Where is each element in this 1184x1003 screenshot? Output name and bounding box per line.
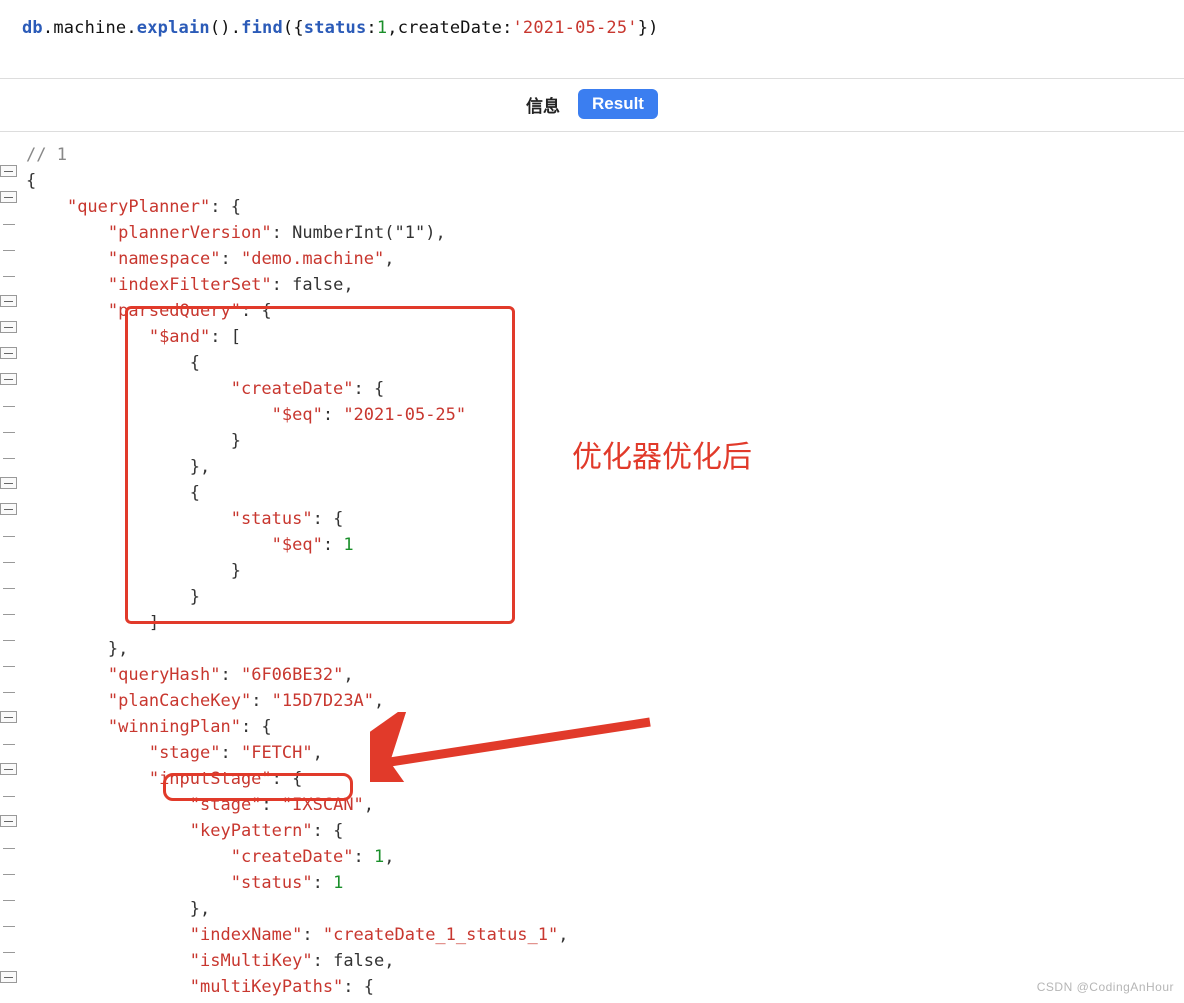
token-createdate-val: '2021-05-25': [513, 18, 638, 38]
fold-icon[interactable]: [0, 503, 17, 515]
fold-icon[interactable]: [0, 165, 17, 177]
code-line: ]: [0, 610, 1184, 636]
watermark: CSDN @CodingAnHour: [1037, 980, 1174, 994]
fold-tick-icon: [3, 666, 15, 667]
fold-tick-icon: [3, 588, 15, 589]
token-status-key: status: [304, 18, 367, 38]
fold-tick-icon: [3, 250, 15, 251]
fold-icon[interactable]: [0, 295, 17, 307]
fold-icon[interactable]: [0, 191, 17, 203]
code-line: "indexFilterSet": false,: [0, 272, 1184, 298]
fold-tick-icon: [3, 224, 15, 225]
code-line: "createDate": 1,: [0, 844, 1184, 870]
code-line: "queryPlanner": {: [0, 194, 1184, 220]
fold-tick-icon: [3, 276, 15, 277]
fold-tick-icon: [3, 796, 15, 797]
code-line: {: [0, 480, 1184, 506]
code-line: }: [0, 558, 1184, 584]
fold-tick-icon: [3, 536, 15, 537]
fold-tick-icon: [3, 562, 15, 563]
fold-icon[interactable]: [0, 815, 17, 827]
code-line: "queryHash": "6F06BE32",: [0, 662, 1184, 688]
fold-icon[interactable]: [0, 321, 17, 333]
code-line: // 1: [0, 142, 1184, 168]
query-bar: db.machine.explain().find({status:1,crea…: [0, 0, 1184, 79]
fold-tick-icon: [3, 692, 15, 693]
tab-result[interactable]: Result: [578, 89, 658, 119]
code-line: {: [0, 350, 1184, 376]
code-line: },: [0, 896, 1184, 922]
code-line: },: [0, 636, 1184, 662]
code-line: "stage": "IXSCAN",: [0, 792, 1184, 818]
fold-tick-icon: [3, 640, 15, 641]
code-line: "multiKeyPaths": {: [0, 974, 1184, 1000]
fold-tick-icon: [3, 874, 15, 875]
fold-icon[interactable]: [0, 971, 17, 983]
fold-tick-icon: [3, 900, 15, 901]
token-db: db: [22, 18, 43, 38]
code-line: "keyPattern": {: [0, 818, 1184, 844]
code-line: "winningPlan": {: [0, 714, 1184, 740]
token-status-val: 1: [377, 18, 387, 38]
code-line: "inputStage": {: [0, 766, 1184, 792]
code-line: }: [0, 584, 1184, 610]
fold-icon[interactable]: [0, 711, 17, 723]
code-line: "planCacheKey": "15D7D23A",: [0, 688, 1184, 714]
result-editor: // 1 { "queryPlanner": { "plannerVersion…: [0, 132, 1184, 1000]
fold-tick-icon: [3, 458, 15, 459]
tabs-bar: 信息 Result: [0, 79, 1184, 132]
fold-tick-icon: [3, 926, 15, 927]
code-line: "$eq": 1: [0, 532, 1184, 558]
code-line: "stage": "FETCH",: [0, 740, 1184, 766]
code-line: "isMultiKey": false,: [0, 948, 1184, 974]
fold-icon[interactable]: [0, 347, 17, 359]
annotation-label-optimizer: 优化器优化后: [572, 432, 752, 476]
fold-tick-icon: [3, 744, 15, 745]
fold-tick-icon: [3, 848, 15, 849]
code-line: "indexName": "createDate_1_status_1",: [0, 922, 1184, 948]
fold-tick-icon: [3, 406, 15, 407]
fold-icon[interactable]: [0, 477, 17, 489]
token-explain: explain: [137, 18, 210, 38]
code-line: "status": {: [0, 506, 1184, 532]
code-line: "$and": [: [0, 324, 1184, 350]
fold-tick-icon: [3, 432, 15, 433]
token-collection: machine: [53, 18, 126, 38]
fold-tick-icon: [3, 952, 15, 953]
code-line: "plannerVersion": NumberInt("1"),: [0, 220, 1184, 246]
code-line: "status": 1: [0, 870, 1184, 896]
token-createdate-key: createDate: [398, 18, 502, 38]
fold-tick-icon: [3, 614, 15, 615]
fold-icon[interactable]: [0, 373, 17, 385]
code-line: "createDate": {: [0, 376, 1184, 402]
code-line: "namespace": "demo.machine",: [0, 246, 1184, 272]
code-line: "parsedQuery": {: [0, 298, 1184, 324]
fold-icon[interactable]: [0, 763, 17, 775]
code-line: "$eq": "2021-05-25": [0, 402, 1184, 428]
tab-info[interactable]: 信息: [526, 92, 560, 117]
code-line: {: [0, 168, 1184, 194]
token-find: find: [241, 18, 283, 38]
